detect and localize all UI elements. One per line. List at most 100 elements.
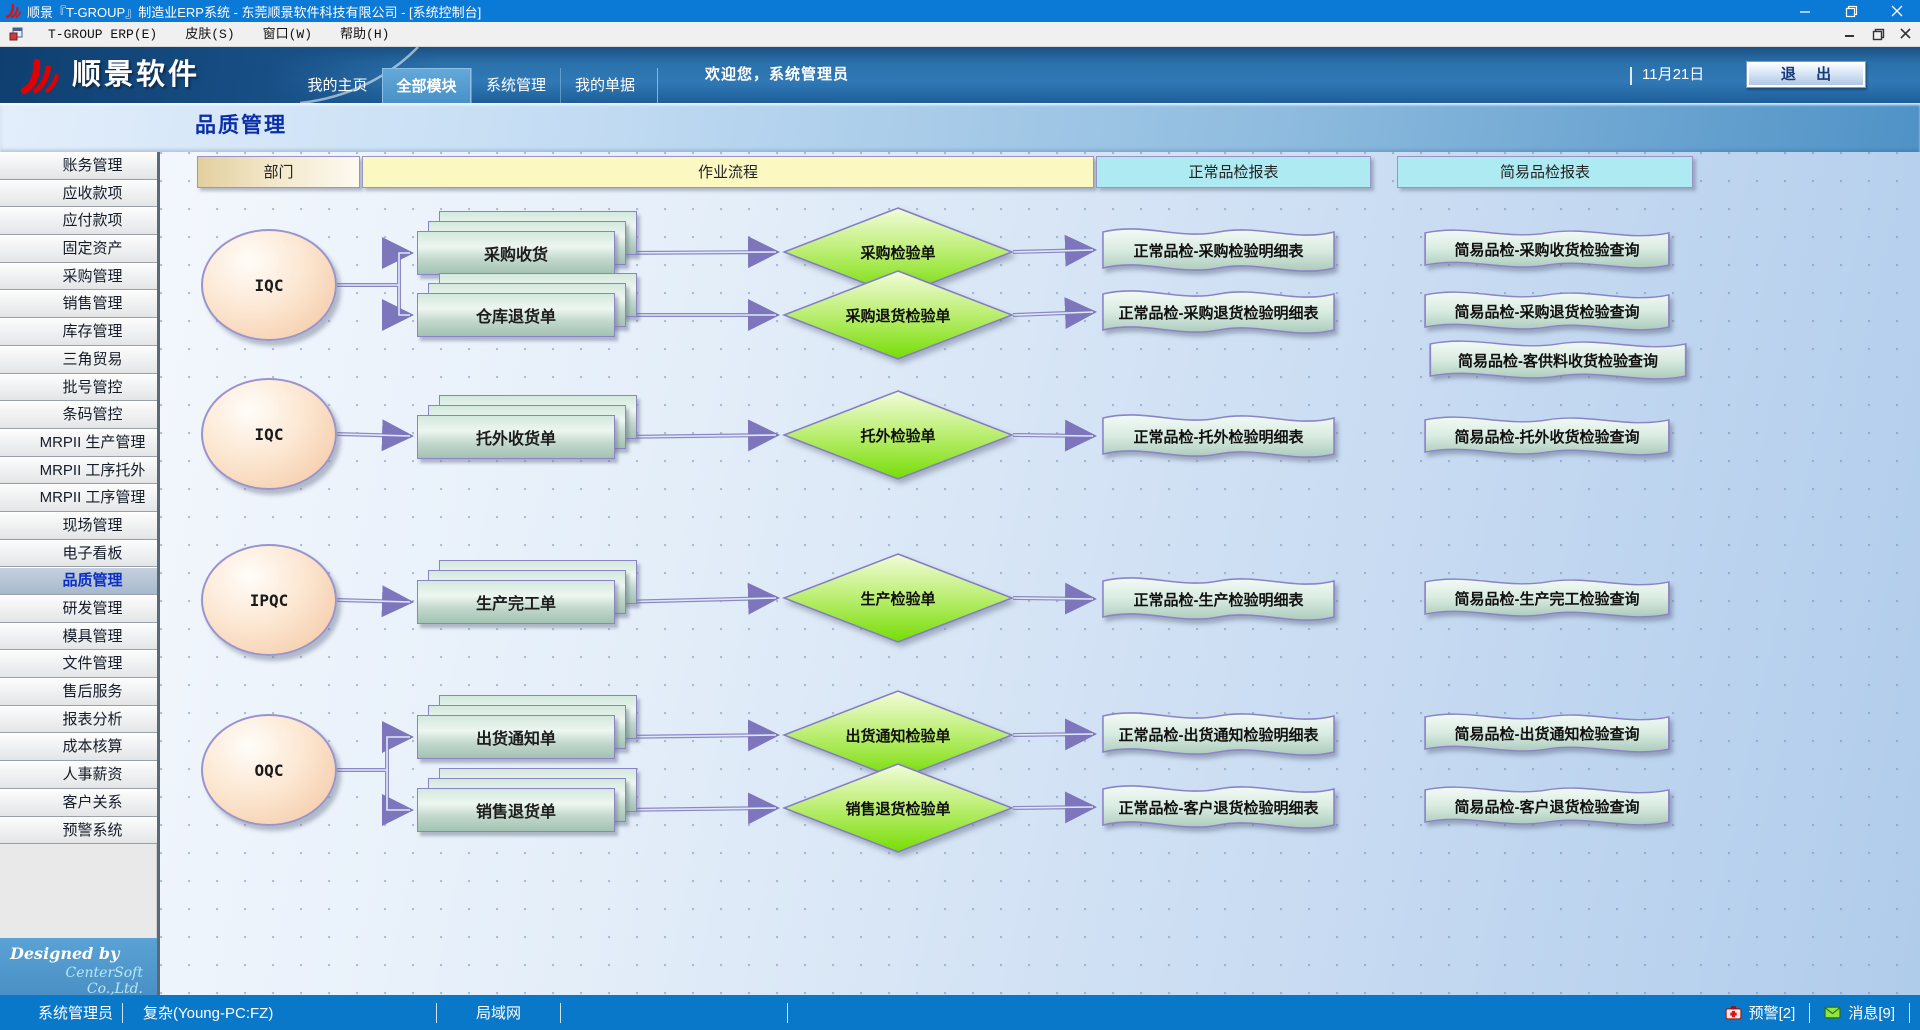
- inspection-diamond-outsourcing[interactable]: 托外检验单: [782, 390, 1014, 480]
- status-divider: [1909, 1003, 1910, 1023]
- sidebar-item-triangle-trade[interactable]: 三角贸易: [0, 346, 157, 374]
- close-button[interactable]: [1874, 0, 1920, 22]
- module-sidebar: 账务管理 应收款项 应付款项 固定资产 采购管理 销售管理 库存管理 三角贸易 …: [0, 152, 160, 995]
- sidebar-item-alert-system[interactable]: 预警系统: [0, 817, 157, 845]
- sidebar-item-inventory[interactable]: 库存管理: [0, 318, 157, 346]
- minimize-button[interactable]: [1782, 0, 1828, 22]
- sidebar-item-rnd[interactable]: 研发管理: [0, 595, 157, 623]
- normal-report-outsourcing[interactable]: 正常品检-托外检验明细表: [1100, 408, 1337, 464]
- sidebar-item-sales[interactable]: 销售管理: [0, 290, 157, 318]
- inspection-label: 销售退货检验单: [782, 763, 1014, 853]
- vendor-name-text: CenterSoft Co.,Ltd.: [10, 965, 149, 997]
- flow-canvas: 部门 作业流程 正常品检报表 简易品检报表: [160, 152, 1920, 995]
- tab-my-documents[interactable]: 我的单据: [560, 68, 649, 103]
- status-divider: [787, 1003, 788, 1023]
- department-ellipse-ipqc: IPQC: [201, 544, 337, 656]
- normal-report-purchase-return[interactable]: 正常品检-采购退货检验明细表: [1100, 284, 1337, 340]
- source-box-shipping-notice[interactable]: 出货通知单: [417, 715, 615, 759]
- source-box-label: 采购收货: [484, 241, 548, 265]
- source-box-face[interactable]: 销售退货单: [417, 788, 615, 832]
- report-label: 简易品检-出货通知检验查询: [1422, 708, 1672, 758]
- source-box-purchase-receipt[interactable]: 采购收货: [417, 231, 615, 275]
- status-user: 系统管理员: [0, 1002, 122, 1023]
- app-header: 顺景软件 我的主页 全部模块 系统管理 我的单据 欢迎您，系统管理员 11月21…: [0, 47, 1920, 103]
- module-subheader: 品质管理: [0, 103, 1920, 152]
- source-box-warehouse-return[interactable]: 仓库退货单: [417, 293, 615, 337]
- inspection-label: 生产检验单: [782, 553, 1014, 643]
- sidebar-item-hr-payroll[interactable]: 人事薪资: [0, 761, 157, 789]
- tab-all-modules[interactable]: 全部模块: [382, 68, 471, 103]
- status-divider: [560, 1003, 561, 1023]
- sidebar-item-kanban[interactable]: 电子看板: [0, 540, 157, 568]
- sidebar-item-accounting[interactable]: 账务管理: [0, 152, 157, 180]
- source-box-outsourcing-receipt[interactable]: 托外收货单: [417, 415, 615, 459]
- message-icon: [1824, 1006, 1841, 1019]
- sidebar-item-payables[interactable]: 应付款项: [0, 207, 157, 235]
- source-box-face[interactable]: 托外收货单: [417, 415, 615, 459]
- alerts-label: 预警[2]: [1749, 1002, 1796, 1023]
- menu-skin[interactable]: 皮肤(S): [171, 22, 248, 47]
- simple-report-outsourcing-receipt[interactable]: 简易品检-托外收货检验查询: [1422, 411, 1672, 461]
- simple-report-customer-supplied-receipt[interactable]: 简易品检-客供料收货检验查询: [1427, 335, 1689, 385]
- normal-report-shipping-notice[interactable]: 正常品检-出货通知检验明细表: [1100, 706, 1337, 762]
- source-box-label: 销售退货单: [476, 798, 556, 822]
- sidebar-item-costing[interactable]: 成本核算: [0, 733, 157, 761]
- sidebar-item-receivables[interactable]: 应收款项: [0, 180, 157, 208]
- sidebar-item-lot-control[interactable]: 批号管控: [0, 374, 157, 402]
- app-logo-icon: [5, 3, 21, 19]
- source-box-sales-return[interactable]: 销售退货单: [417, 788, 615, 832]
- sidebar-item-shopfloor[interactable]: 现场管理: [0, 512, 157, 540]
- department-ellipse-oqc: OQC: [201, 714, 337, 826]
- sidebar-item-mold[interactable]: 模具管理: [0, 623, 157, 651]
- source-box-face[interactable]: 仓库退货单: [417, 293, 615, 337]
- mdi-minimize-button[interactable]: [1836, 23, 1864, 45]
- sidebar-item-barcode-control[interactable]: 条码管控: [0, 401, 157, 429]
- source-box-label: 生产完工单: [476, 590, 556, 614]
- normal-report-production[interactable]: 正常品检-生产检验明细表: [1100, 571, 1337, 627]
- menu-tgroup-erp[interactable]: T-GROUP ERP(E): [34, 22, 171, 47]
- simple-report-production-completion[interactable]: 简易品检-生产完工检验查询: [1422, 573, 1672, 623]
- simple-report-purchase-return[interactable]: 简易品检-采购退货检验查询: [1422, 286, 1672, 336]
- simple-report-shipping-notice[interactable]: 简易品检-出货通知检验查询: [1422, 708, 1672, 758]
- sidebar-empty-area: [0, 844, 157, 938]
- restore-button[interactable]: [1828, 0, 1874, 22]
- exit-button[interactable]: 退 出: [1746, 61, 1866, 88]
- mdi-restore-button[interactable]: [1864, 23, 1892, 45]
- source-box-face[interactable]: 生产完工单: [417, 580, 615, 624]
- source-box-production-completion[interactable]: 生产完工单: [417, 580, 615, 624]
- sidebar-item-crm[interactable]: 客户关系: [0, 789, 157, 817]
- sidebar-item-purchasing[interactable]: 采购管理: [0, 263, 157, 291]
- report-label: 简易品检-采购收货检验查询: [1422, 224, 1672, 274]
- body-row: 账务管理 应收款项 应付款项 固定资产 采购管理 销售管理 库存管理 三角贸易 …: [0, 152, 1920, 995]
- inspection-diamond-production[interactable]: 生产检验单: [782, 553, 1014, 643]
- department-label: IQC: [255, 276, 284, 295]
- simple-report-purchase-receipt[interactable]: 简易品检-采购收货检验查询: [1422, 224, 1672, 274]
- sidebar-item-quality[interactable]: 品质管理: [0, 567, 157, 595]
- sidebar-item-after-sales[interactable]: 售后服务: [0, 678, 157, 706]
- inspection-diamond-purchase-return[interactable]: 采购退货检验单: [782, 270, 1014, 360]
- current-date: 11月21日: [1642, 47, 1704, 103]
- sidebar-item-mrp2-production[interactable]: MRPII 生产管理: [0, 429, 157, 457]
- menu-window[interactable]: 窗口(W): [249, 22, 326, 47]
- tab-my-homepage[interactable]: 我的主页: [293, 68, 382, 103]
- menu-help[interactable]: 帮助(H): [326, 22, 403, 47]
- sidebar-item-fixed-assets[interactable]: 固定资产: [0, 235, 157, 263]
- status-alerts[interactable]: 预警[2]: [1711, 1002, 1810, 1023]
- sidebar-item-mrp2-outsourcing[interactable]: MRPII 工序托外: [0, 457, 157, 485]
- inspection-diamond-sales-return[interactable]: 销售退货检验单: [782, 763, 1014, 853]
- status-messages[interactable]: 消息[9]: [1810, 1002, 1909, 1023]
- sidebar-item-documents[interactable]: 文件管理: [0, 650, 157, 678]
- report-label: 正常品检-客户退货检验明细表: [1100, 779, 1337, 835]
- normal-report-customer-return[interactable]: 正常品检-客户退货检验明细表: [1100, 779, 1337, 835]
- source-box-face[interactable]: 采购收货: [417, 231, 615, 275]
- source-box-face[interactable]: 出货通知单: [417, 715, 615, 759]
- department-label: IQC: [255, 425, 284, 444]
- simple-report-customer-return[interactable]: 简易品检-客户退货检验查询: [1422, 781, 1672, 831]
- designed-by-text: Designed by: [10, 944, 149, 963]
- mdi-minimize-icon: [1844, 28, 1856, 40]
- mdi-close-button[interactable]: [1892, 23, 1920, 45]
- tab-system-management[interactable]: 系统管理: [471, 68, 560, 103]
- normal-report-purchase[interactable]: 正常品检-采购检验明细表: [1100, 222, 1337, 278]
- sidebar-item-mrp2-process[interactable]: MRPII 工序管理: [0, 484, 157, 512]
- sidebar-item-report-analysis[interactable]: 报表分析: [0, 706, 157, 734]
